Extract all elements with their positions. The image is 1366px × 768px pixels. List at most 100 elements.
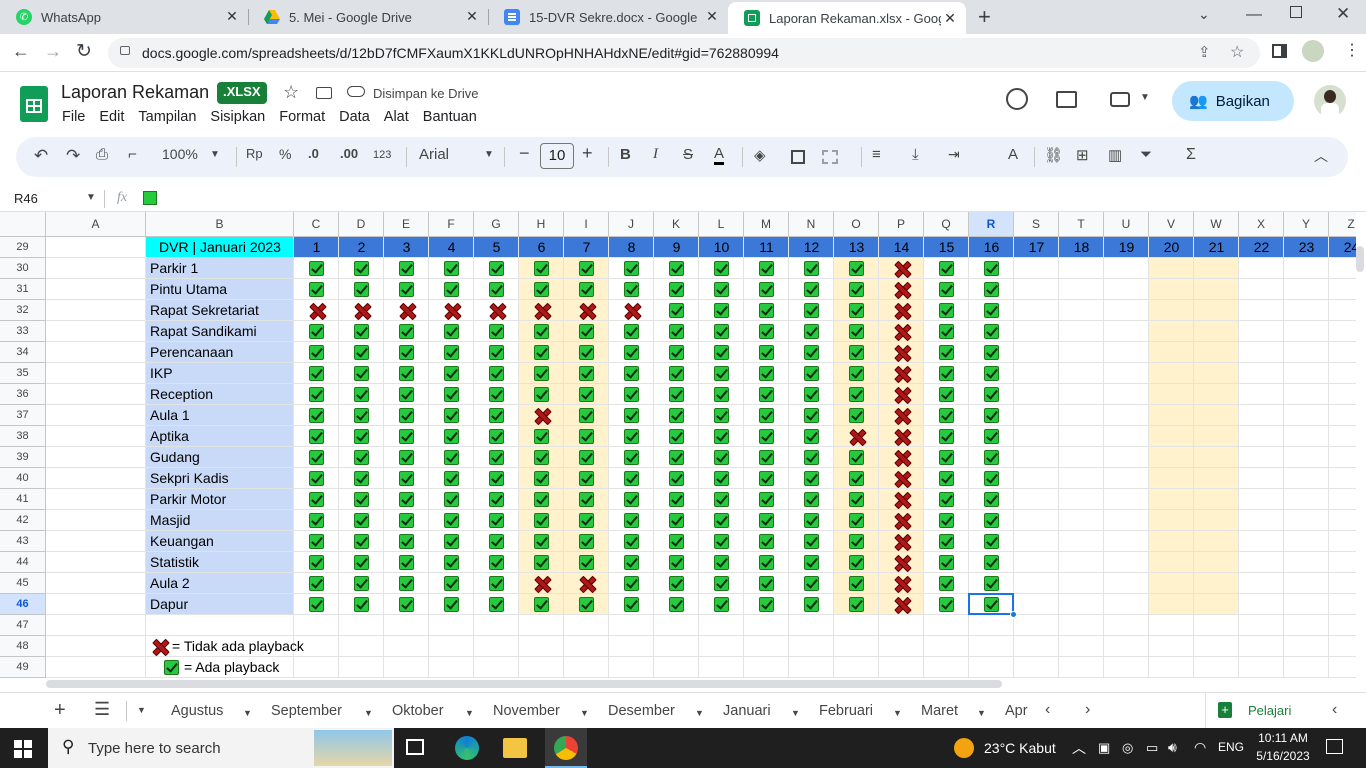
maximize-icon[interactable] — [1290, 6, 1302, 18]
cell-W38[interactable] — [1194, 426, 1239, 447]
playback-checkbox-checked[interactable] — [534, 471, 549, 486]
playback-checkbox-checked[interactable] — [714, 324, 729, 339]
row-header-30[interactable]: 30 — [0, 258, 46, 279]
playback-checkbox-checked[interactable] — [714, 471, 729, 486]
menu-view[interactable]: Tampilan — [138, 109, 196, 125]
cell-V44[interactable] — [1149, 552, 1194, 573]
playback-checkbox-checked[interactable] — [354, 324, 369, 339]
playback-checkbox-checked[interactable] — [444, 597, 459, 612]
playback-checkbox-checked[interactable] — [939, 492, 954, 507]
cell-S42[interactable] — [1014, 510, 1059, 531]
cell-T35[interactable] — [1059, 363, 1104, 384]
playback-checkbox-checked[interactable] — [759, 282, 774, 297]
playback-checkbox-checked[interactable] — [714, 555, 729, 570]
chevron-down-icon[interactable]: ▼ — [1140, 92, 1150, 103]
playback-checkbox-checked[interactable] — [534, 597, 549, 612]
cell-V31[interactable] — [1149, 279, 1194, 300]
playback-checkbox-checked[interactable] — [939, 429, 954, 444]
cell-V37[interactable] — [1149, 405, 1194, 426]
playback-checkbox-checked[interactable] — [714, 303, 729, 318]
playback-checkbox-checked[interactable] — [759, 408, 774, 423]
more-menu-icon[interactable]: ⋮ — [1344, 40, 1360, 60]
cell-G49[interactable] — [474, 657, 519, 678]
column-header-H[interactable]: H — [519, 212, 564, 237]
playback-checkbox-checked[interactable] — [624, 261, 639, 276]
cell-W32[interactable] — [1194, 300, 1239, 321]
cell-Z36[interactable] — [1329, 384, 1356, 405]
chevron-down-icon[interactable]: ▼ — [695, 708, 704, 718]
playback-checkbox-checked[interactable] — [309, 576, 324, 591]
cell-I49[interactable] — [564, 657, 609, 678]
playback-checkbox-checked[interactable] — [444, 429, 459, 444]
cell-A48[interactable] — [46, 636, 146, 657]
playback-checkbox-checked[interactable] — [714, 513, 729, 528]
cell-U33[interactable] — [1104, 321, 1149, 342]
menu-format[interactable]: Format — [279, 109, 325, 125]
filter-icon[interactable]: ⏷ — [1140, 146, 1152, 163]
playback-checkbox-checked[interactable] — [849, 282, 864, 297]
cell-Z39[interactable] — [1329, 447, 1356, 468]
cell-E49[interactable] — [384, 657, 429, 678]
cell-X34[interactable] — [1239, 342, 1284, 363]
cell-Y33[interactable] — [1284, 321, 1329, 342]
cell-T30[interactable] — [1059, 258, 1104, 279]
cell-Q49[interactable] — [924, 657, 969, 678]
playback-checkbox-checked[interactable] — [669, 387, 684, 402]
playback-checkbox-checked[interactable] — [624, 555, 639, 570]
cell-W47[interactable] — [1194, 615, 1239, 636]
playback-checkbox-checked[interactable] — [489, 387, 504, 402]
playback-checkbox-checked[interactable] — [939, 282, 954, 297]
more-formats-button[interactable]: 123 — [373, 149, 391, 161]
column-header-I[interactable]: I — [564, 212, 609, 237]
functions-icon[interactable]: Σ — [1186, 146, 1196, 164]
playback-checkbox-checked[interactable] — [489, 282, 504, 297]
explore-button[interactable]: Pelajari — [1248, 703, 1291, 718]
playback-checkbox-checked[interactable] — [669, 261, 684, 276]
row-header-46[interactable]: 46 — [0, 594, 46, 615]
cell-Z45[interactable] — [1329, 573, 1356, 594]
playback-checkbox-checked[interactable] — [579, 513, 594, 528]
cell-X30[interactable] — [1239, 258, 1284, 279]
cell-Y41[interactable] — [1284, 489, 1329, 510]
cell-V32[interactable] — [1149, 300, 1194, 321]
cell-J47[interactable] — [609, 615, 654, 636]
cell-V36[interactable] — [1149, 384, 1194, 405]
playback-checkbox-checked[interactable] — [309, 471, 324, 486]
cell-U49[interactable] — [1104, 657, 1149, 678]
playback-checkbox-checked[interactable] — [984, 282, 999, 297]
cell-D47[interactable] — [339, 615, 384, 636]
star-icon[interactable]: ☆ — [283, 82, 299, 103]
playback-checkbox-checked[interactable] — [849, 408, 864, 423]
cell-V43[interactable] — [1149, 531, 1194, 552]
playback-checkbox-checked[interactable] — [804, 534, 819, 549]
playback-checkbox-checked[interactable] — [759, 366, 774, 381]
cell-S47[interactable] — [1014, 615, 1059, 636]
playback-checkbox-checked[interactable] — [399, 450, 414, 465]
playback-checkbox-checked[interactable] — [489, 408, 504, 423]
new-tab-icon[interactable]: + — [978, 4, 991, 30]
sheet-tab[interactable]: Januari — [723, 703, 771, 719]
cell-Q47[interactable] — [924, 615, 969, 636]
playback-checkbox-checked[interactable] — [399, 513, 414, 528]
cell-Y49[interactable] — [1284, 657, 1329, 678]
playback-checkbox-checked[interactable] — [489, 471, 504, 486]
playback-checkbox-checked[interactable] — [624, 492, 639, 507]
playback-checkbox-checked[interactable] — [309, 555, 324, 570]
playback-checkbox-checked[interactable] — [759, 597, 774, 612]
cell-N48[interactable] — [789, 636, 834, 657]
vertical-scroll-thumb[interactable] — [1356, 246, 1364, 272]
cell-U36[interactable] — [1104, 384, 1149, 405]
playback-checkbox-checked[interactable] — [399, 597, 414, 612]
bookmark-star-icon[interactable]: ☆ — [1230, 42, 1244, 62]
playback-checkbox-checked[interactable] — [624, 471, 639, 486]
playback-checkbox-checked[interactable] — [444, 576, 459, 591]
url-text[interactable]: docs.google.com/spreadsheets/d/12bD7fCMF… — [142, 45, 779, 61]
sheet-tab[interactable]: Oktober — [392, 703, 444, 719]
cell-X32[interactable] — [1239, 300, 1284, 321]
playback-checkbox-checked[interactable] — [579, 366, 594, 381]
cell-V38[interactable] — [1149, 426, 1194, 447]
playback-checkbox-checked[interactable] — [444, 387, 459, 402]
back-icon[interactable]: ← — [12, 41, 30, 62]
playback-checkbox-checked[interactable] — [984, 576, 999, 591]
playback-checkbox-checked[interactable] — [804, 555, 819, 570]
